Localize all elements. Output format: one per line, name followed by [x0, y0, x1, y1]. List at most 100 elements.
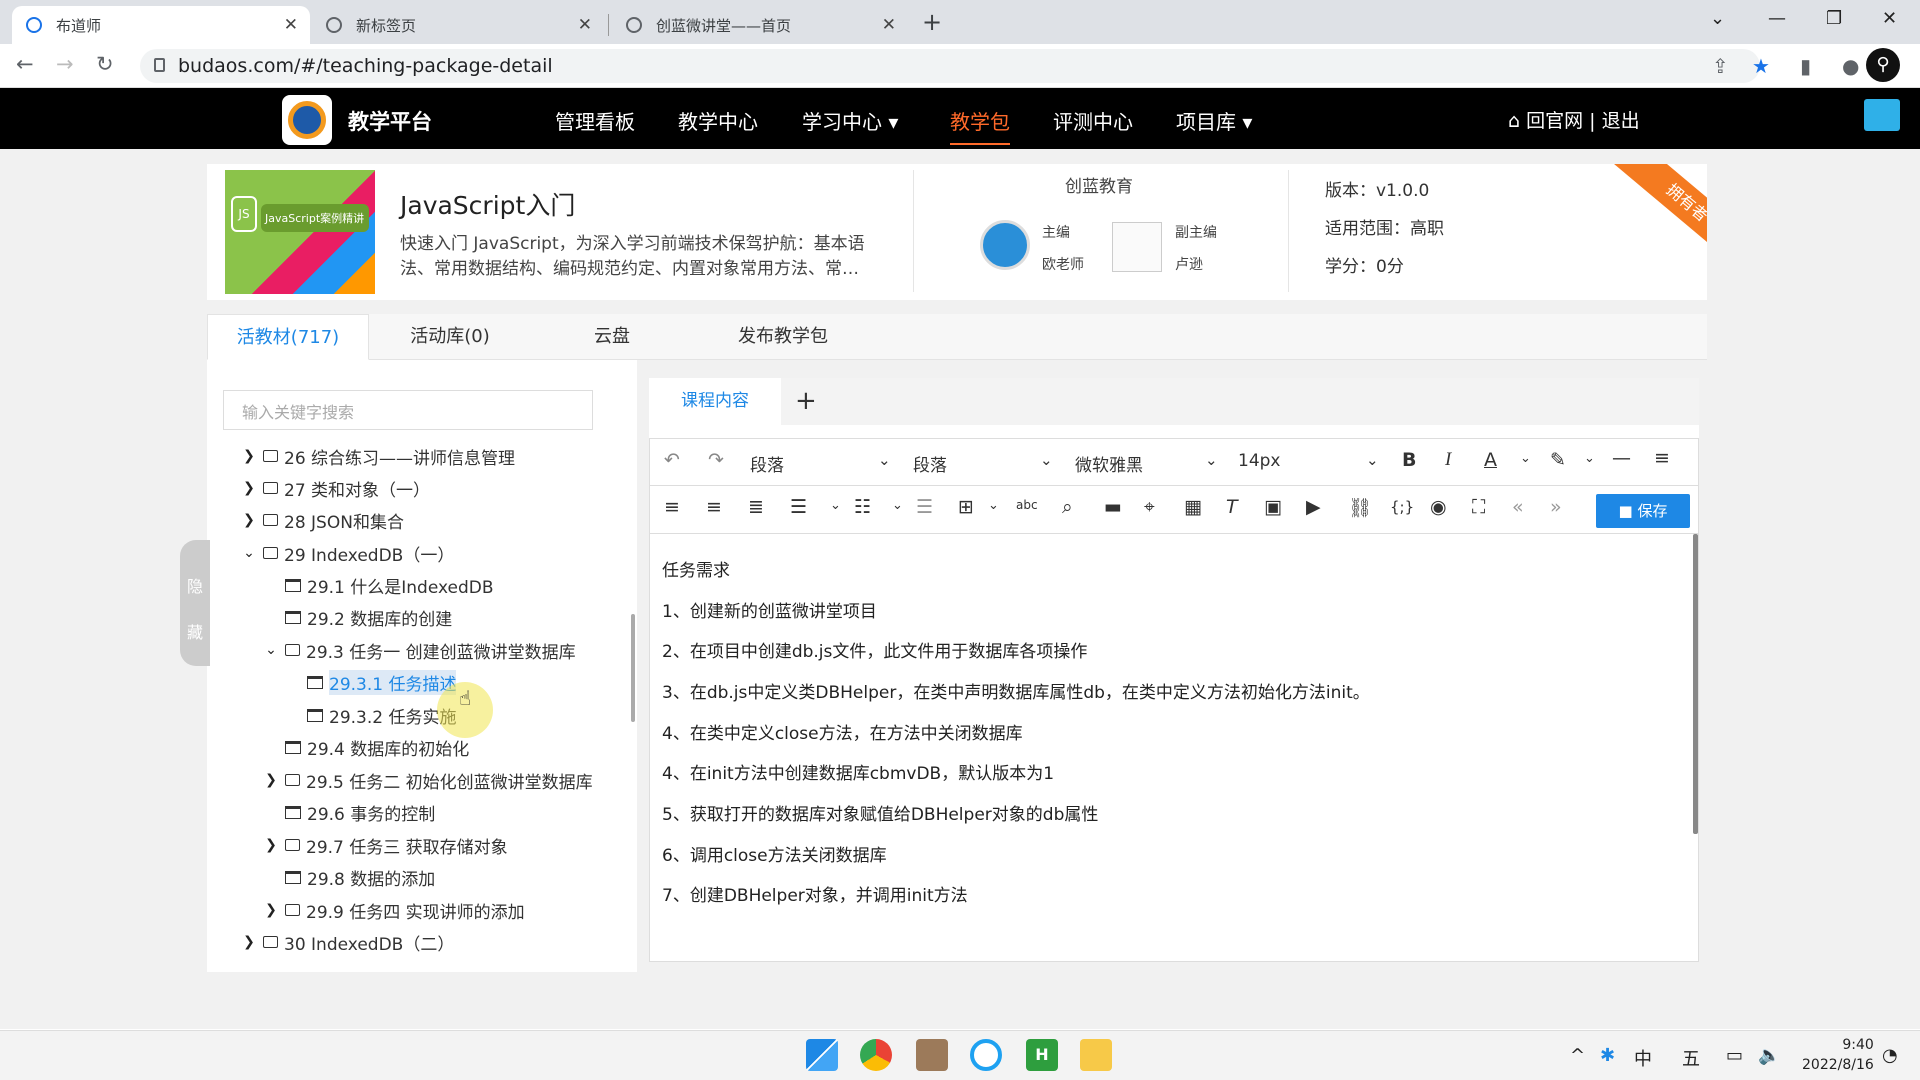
chevron-down-icon[interactable]: ⌄: [241, 545, 257, 561]
address-bar[interactable]: budaos.com/#/teaching-package-detail: [140, 49, 1760, 83]
tree-node-selected[interactable]: 29.3.1 任务描述: [307, 669, 457, 695]
nav-right-links[interactable]: ⌂ 回官网 | 退出: [1508, 106, 1640, 133]
browser-tab-chuanglan[interactable]: 创蓝微讲堂——首页 ✕: [612, 6, 908, 44]
image-icon[interactable]: ▣: [1264, 496, 1282, 518]
home-logout-links[interactable]: 回官网 | 退出: [1526, 110, 1639, 132]
spellcheck-icon[interactable]: abc: [1016, 498, 1038, 512]
windows-start-icon[interactable]: [806, 1039, 838, 1071]
tree-node[interactable]: ❯ 27 类和对象（一）: [241, 476, 430, 501]
chevron-down-icon[interactable]: ⌄: [892, 498, 903, 513]
nav-teaching-center[interactable]: 教学中心: [678, 106, 758, 135]
tree-node[interactable]: 29.8 数据的添加: [285, 865, 435, 890]
block-format-select[interactable]: 段落: [750, 451, 784, 476]
bluetooth-icon[interactable]: ✱: [1600, 1045, 1615, 1066]
chevron-right-icon[interactable]: ❯: [241, 934, 257, 950]
align-left-icon[interactable]: ≡: [1654, 447, 1670, 469]
nav-learning-center[interactable]: 学习中心 ▾: [802, 106, 898, 135]
chevron-down-icon[interactable]: ⌄: [830, 498, 841, 513]
chevron-right-icon[interactable]: ❯: [263, 902, 279, 918]
tree-search-input[interactable]: 输入关键字搜索: [223, 390, 593, 430]
tree-node[interactable]: ❯ 30 IndexedDB（二）: [241, 930, 454, 955]
bold-icon[interactable]: B: [1402, 449, 1416, 471]
browser-tab-newtab[interactable]: 新标签页 ✕: [312, 6, 604, 44]
undo-icon[interactable]: ↶: [664, 449, 680, 471]
prev-icon[interactable]: «: [1512, 496, 1524, 518]
bullet-list-icon[interactable]: ☰: [790, 496, 807, 518]
font-family-select[interactable]: 微软雅黑: [1075, 451, 1143, 476]
close-tab-icon[interactable]: ✕: [284, 15, 298, 35]
search-icon[interactable]: ⌕: [1062, 496, 1073, 518]
code-icon[interactable]: {;}: [1390, 498, 1414, 516]
tab-activity-library[interactable]: 活动库(0): [369, 314, 531, 360]
system-clock[interactable]: 9:40 2022/8/16: [1802, 1035, 1874, 1075]
tree-node[interactable]: 29.2 数据库的创建: [285, 605, 452, 630]
bookmark-star-icon[interactable]: ★: [1752, 54, 1770, 78]
tree-node[interactable]: ❯ 29.7 任务三 获取存储对象: [263, 833, 508, 858]
minimize-icon[interactable]: —: [1768, 8, 1786, 29]
tree-node[interactable]: ⌄ 29.3 任务一 创建创蓝微讲堂数据库: [263, 638, 576, 663]
tree-scrollbar[interactable]: [631, 614, 635, 722]
chevron-up-icon[interactable]: ^: [1570, 1045, 1585, 1066]
profile-icon[interactable]: ●: [1842, 54, 1859, 78]
editor-content-area[interactable]: 任务需求 1、创建新的创蓝微讲堂项目 2、在项目中创建db.js文件，此文件用于…: [649, 534, 1699, 962]
numbered-list-icon[interactable]: ☷: [854, 496, 871, 518]
link-icon[interactable]: ⛓: [1348, 496, 1372, 519]
tree-node[interactable]: 29.1 什么是IndexedDB: [285, 573, 494, 598]
tree-node[interactable]: ❯ 29.9 任务四 实现讲师的添加: [263, 898, 525, 923]
tree-node[interactable]: ❯ 28 JSON和集合: [241, 508, 404, 533]
tree-node[interactable]: ⌄ 29 IndexedDB（一）: [241, 541, 454, 566]
hide-sidebar-button[interactable]: 隐藏: [180, 540, 210, 666]
video-icon[interactable]: ▶: [1306, 496, 1321, 518]
nav-teaching-package[interactable]: 教学包: [950, 106, 1010, 145]
message-widget-icon[interactable]: [1864, 99, 1900, 131]
chevron-right-icon[interactable]: ❯: [263, 772, 279, 788]
italic-icon[interactable]: I: [1445, 449, 1451, 471]
restore-icon[interactable]: ❐: [1826, 8, 1842, 29]
tree-node[interactable]: 29.3.2 任务实施: [307, 703, 456, 728]
clear-format-icon[interactable]: T: [1226, 496, 1238, 518]
file-explorer-icon[interactable]: [1080, 1039, 1112, 1071]
content-scrollbar[interactable]: [1693, 534, 1698, 834]
volume-icon[interactable]: 🔈: [1758, 1045, 1780, 1066]
chevron-right-icon[interactable]: ❯: [241, 480, 257, 496]
next-icon[interactable]: »: [1550, 496, 1562, 518]
back-icon[interactable]: ←: [16, 52, 34, 76]
tab-live-materials[interactable]: 活教材(717): [207, 314, 369, 360]
tab-course-content[interactable]: 课程内容: [649, 378, 781, 425]
tree-node[interactable]: 29.6 事务的控制: [285, 800, 435, 825]
tab-publish-package[interactable]: 发布教学包: [693, 314, 873, 360]
nav-project-library[interactable]: 项目库 ▾: [1176, 106, 1252, 135]
align-right-icon[interactable]: ≡: [706, 496, 722, 518]
nav-evaluation-center[interactable]: 评测中心: [1053, 106, 1133, 135]
browser-tab-budaoshi[interactable]: 布道师 ✕: [12, 6, 310, 44]
platform-logo[interactable]: [282, 95, 332, 145]
tree-node[interactable]: ❯ 29.5 任务二 初始化创蓝微讲堂数据库: [263, 768, 593, 793]
photos-app-icon[interactable]: [916, 1039, 948, 1071]
tree-node[interactable]: 29.4 数据库的初始化: [285, 735, 469, 760]
chevron-down-icon[interactable]: ⌄: [878, 451, 891, 469]
forward-icon[interactable]: →: [56, 52, 74, 76]
ime-indicator[interactable]: 中: [1634, 1045, 1652, 1071]
redo-icon[interactable]: ↷: [708, 449, 724, 471]
close-tab-icon[interactable]: ✕: [578, 15, 592, 35]
justify-icon[interactable]: ≣: [748, 496, 764, 518]
save-button[interactable]: ■ 保存: [1596, 494, 1690, 528]
nav-dashboard[interactable]: 管理看板: [555, 106, 635, 135]
chrome-icon[interactable]: [860, 1039, 892, 1071]
align-center-icon[interactable]: ≡: [664, 496, 680, 518]
close-tab-icon[interactable]: ✕: [882, 15, 896, 35]
chevron-down-icon[interactable]: ⌄: [263, 642, 279, 658]
notification-icon[interactable]: ◔: [1882, 1045, 1898, 1066]
map-icon[interactable]: ⌖: [1144, 496, 1155, 518]
new-tab-button[interactable]: +: [922, 8, 942, 36]
font-color-icon[interactable]: A: [1484, 449, 1497, 471]
image-gallery-icon[interactable]: ▦: [1184, 496, 1202, 518]
font-size-select[interactable]: 14px: [1238, 451, 1280, 471]
chevron-down-icon[interactable]: ⌄: [1520, 451, 1531, 466]
extension-icon[interactable]: ⚲: [1866, 48, 1900, 82]
chevron-down-icon[interactable]: ⌄: [1584, 451, 1595, 466]
indent-icon[interactable]: ☰: [916, 496, 933, 518]
paragraph-select[interactable]: 段落: [913, 451, 947, 476]
chevron-down-icon[interactable]: ⌄: [988, 498, 999, 513]
chevron-down-icon[interactable]: ⌄: [1205, 451, 1218, 469]
